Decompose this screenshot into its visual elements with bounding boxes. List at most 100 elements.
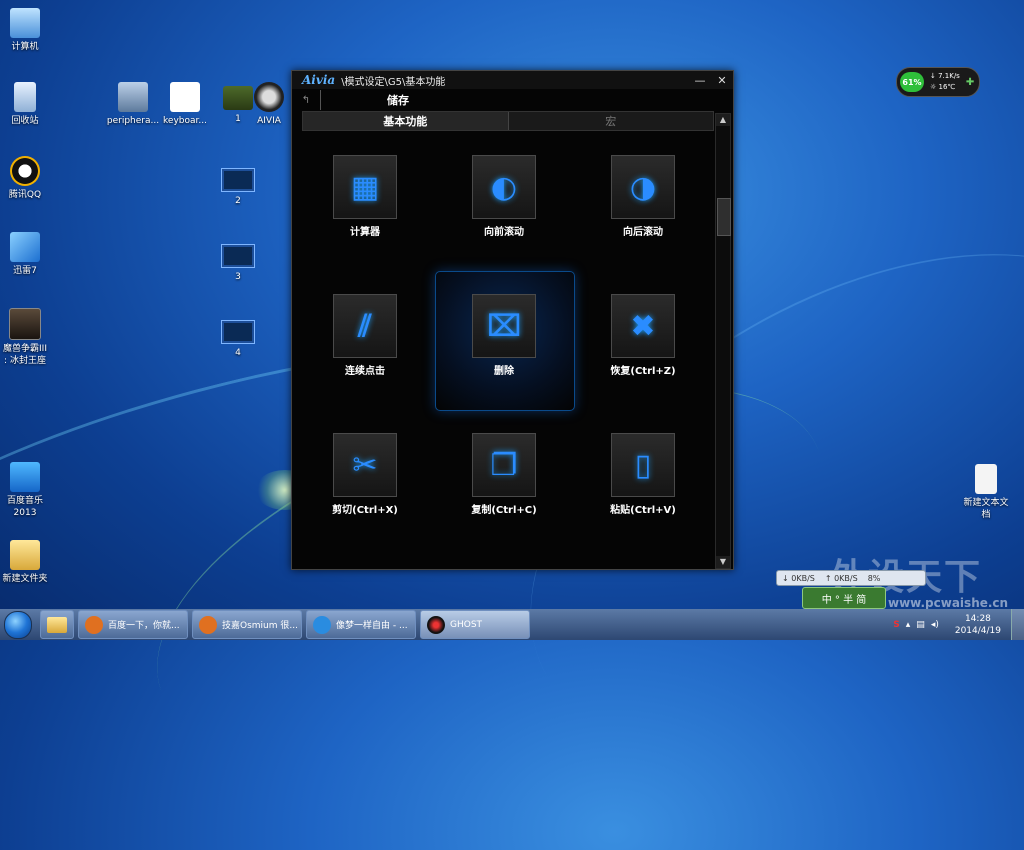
baidu-music-icon <box>313 615 331 634</box>
function-icon-box: ◑ <box>611 155 675 219</box>
trash-icon: ⌧ <box>486 308 522 344</box>
scroll-up-button[interactable]: ▲ <box>716 114 730 126</box>
back-button[interactable]: ↰ <box>292 90 321 110</box>
taskbar-item-browser-1[interactable]: 百度一下，你就... <box>78 610 188 639</box>
battery-indicator: 61% <box>900 72 924 92</box>
function-cut[interactable]: ✂ 剪切(Ctrl+X) <box>320 433 410 516</box>
show-desktop-button[interactable] <box>1011 609 1024 640</box>
screenshot-thumbnail-icon <box>221 168 255 192</box>
xunlei-bird-icon <box>10 232 40 262</box>
close-button[interactable]: ✕ <box>711 74 733 87</box>
tab-basic-functions[interactable]: 基本功能 <box>303 112 509 130</box>
copy-icon: ❐ <box>490 447 518 483</box>
desktop-icon-computer[interactable]: 计算机 <box>0 8 60 53</box>
scrollbar[interactable]: ▲ ▼ <box>715 113 731 569</box>
document-icon <box>170 82 200 112</box>
tray-expand-icon[interactable]: ▴ <box>906 620 911 630</box>
volume-icon[interactable]: ◂) <box>931 620 939 630</box>
aivia-logo: Aivia <box>302 73 336 87</box>
function-icon-box: ▯ <box>611 433 675 497</box>
function-icon-box: ⌧ <box>472 294 536 358</box>
folder-icon <box>47 616 67 633</box>
gadget-stats: ↓ 7.1K/s ☼ 16℃ <box>930 71 960 93</box>
desktop-icon-xunlei[interactable]: 迅雷7 <box>0 232 60 277</box>
undo-icon: ✖ <box>630 308 656 344</box>
function-copy[interactable]: ❐ 复制(Ctrl+C) <box>459 433 549 516</box>
text-file-icon <box>975 464 997 494</box>
window-titlebar[interactable]: Aivia \模式设定\G5\基本功能 — ✕ <box>292 71 733 89</box>
watermark-url: www.pcwaishe.cn <box>888 596 1009 610</box>
network-monitor-bar[interactable]: ↓ 0KB/S ↑ 0KB/S 8% <box>776 570 926 586</box>
clock-date: 2014/4/19 <box>954 625 1001 636</box>
function-label: 恢复(Ctrl+Z) <box>610 366 676 377</box>
desktop-icon-image-4[interactable]: 4 <box>203 320 273 359</box>
scrollbar-thumb[interactable] <box>717 198 731 236</box>
aivia-icon <box>254 82 284 112</box>
function-label: 向后滚动 <box>623 227 663 238</box>
desktop-icon-warcraft[interactable]: 魔兽争霸III : 冰封王座 <box>0 308 60 367</box>
function-undo[interactable]: ✖ 恢复(Ctrl+Z) <box>598 294 688 377</box>
net-speed: ↓ 7.1K/s <box>930 72 960 80</box>
desktop-icon-new-folder[interactable]: 新建文件夹 <box>0 540 60 585</box>
paste-icon: ▯ <box>634 447 652 483</box>
desktop-icon-aivia[interactable]: AIVIA <box>244 82 294 127</box>
function-calculator[interactable]: ▦ 计算器 <box>320 155 410 238</box>
ime-toolbar[interactable]: 中 ° 半 简 <box>802 587 886 609</box>
computer-icon <box>10 8 40 38</box>
folder-icon <box>10 540 40 570</box>
temperature: ☼ 16℃ <box>930 83 956 91</box>
desktop-icon-image-3[interactable]: 3 <box>203 244 273 283</box>
back-arrow-icon: ↰ <box>301 94 311 106</box>
function-paste[interactable]: ▯ 粘贴(Ctrl+V) <box>598 433 688 516</box>
scroll-backward-icon: ◑ <box>629 169 657 205</box>
ghost-mouse-icon <box>427 615 445 634</box>
function-delete[interactable]: ⌧ 删除 <box>459 294 549 377</box>
clock-time: 14:28 <box>964 613 991 624</box>
taskbar-item-music[interactable]: 像梦一样自由 - ... <box>306 610 416 639</box>
minimize-button[interactable]: — <box>689 74 711 87</box>
network-gadget[interactable]: 61% ↓ 7.1K/s ☼ 16℃ ✚ <box>896 67 980 97</box>
desktop-icon-recycle-bin[interactable]: 回收站 <box>0 82 60 127</box>
clock[interactable]: 14:28 2014/4/19 <box>955 613 1001 637</box>
recycle-bin-icon <box>14 82 36 112</box>
baidu-music-icon <box>10 462 40 492</box>
function-tabs: 基本功能 宏 <box>302 111 714 131</box>
save-button[interactable]: 储存 <box>387 92 409 108</box>
taskbar-item-label: 技嘉Osmium 很... <box>222 621 298 631</box>
function-continuous-click[interactable]: ⫽ 连续点击 <box>320 294 410 377</box>
start-button[interactable] <box>0 609 36 640</box>
system-tray: S ▴ ▤ ◂) 14:28 2014/4/19 <box>893 609 1024 640</box>
sogou-icon[interactable]: S <box>893 620 899 630</box>
function-label: 复制(Ctrl+C) <box>471 505 537 516</box>
add-icon[interactable]: ✚ <box>966 77 974 88</box>
browser-icon <box>199 615 217 634</box>
function-scroll-forward[interactable]: ◐ 向前滚动 <box>459 155 549 238</box>
download-speed: ↓ 0KB/S <box>782 573 815 583</box>
scroll-down-button[interactable]: ▼ <box>716 556 730 568</box>
taskbar-item-browser-2[interactable]: 技嘉Osmium 很... <box>192 610 302 639</box>
function-icon-box: ✂ <box>333 433 397 497</box>
qq-penguin-icon <box>10 156 40 186</box>
taskbar: 百度一下，你就... 技嘉Osmium 很... 像梦一样自由 - ... GH… <box>0 609 1024 640</box>
function-icon-box: ▦ <box>333 155 397 219</box>
taskbar-item-label: 百度一下，你就... <box>108 621 180 631</box>
window-path: \模式设定\G5\基本功能 <box>341 76 446 88</box>
function-label: 向前滚动 <box>484 227 524 238</box>
desktop-icon-new-text-file[interactable]: 新建文本文 档 <box>951 464 1021 521</box>
aivia-window: Aivia \模式设定\G5\基本功能 — ✕ ↰ 储存 基本功能 宏 ▲ ▼ … <box>291 70 734 570</box>
function-label: 连续点击 <box>345 366 385 377</box>
function-scroll-backward[interactable]: ◑ 向后滚动 <box>598 155 688 238</box>
taskbar-item-label: GHOST <box>450 619 483 630</box>
upload-speed: ↑ 0KB/S <box>824 573 858 583</box>
taskbar-item-ghost[interactable]: GHOST <box>420 610 530 639</box>
network-icon[interactable]: ▤ <box>916 620 925 630</box>
function-icon-box: ❐ <box>472 433 536 497</box>
function-icon-box: ✖ <box>611 294 675 358</box>
desktop-icon-baidu-music[interactable]: 百度音乐 2013 <box>0 462 60 519</box>
function-icon-box: ⫽ <box>333 294 397 358</box>
screenshot-thumbnail-icon <box>221 320 255 344</box>
desktop-icon-qq[interactable]: 腾讯QQ <box>0 156 60 201</box>
desktop-icon-image-2[interactable]: 2 <box>203 168 273 207</box>
tab-macro[interactable]: 宏 <box>509 112 714 130</box>
explorer-pinned-button[interactable] <box>40 610 74 639</box>
